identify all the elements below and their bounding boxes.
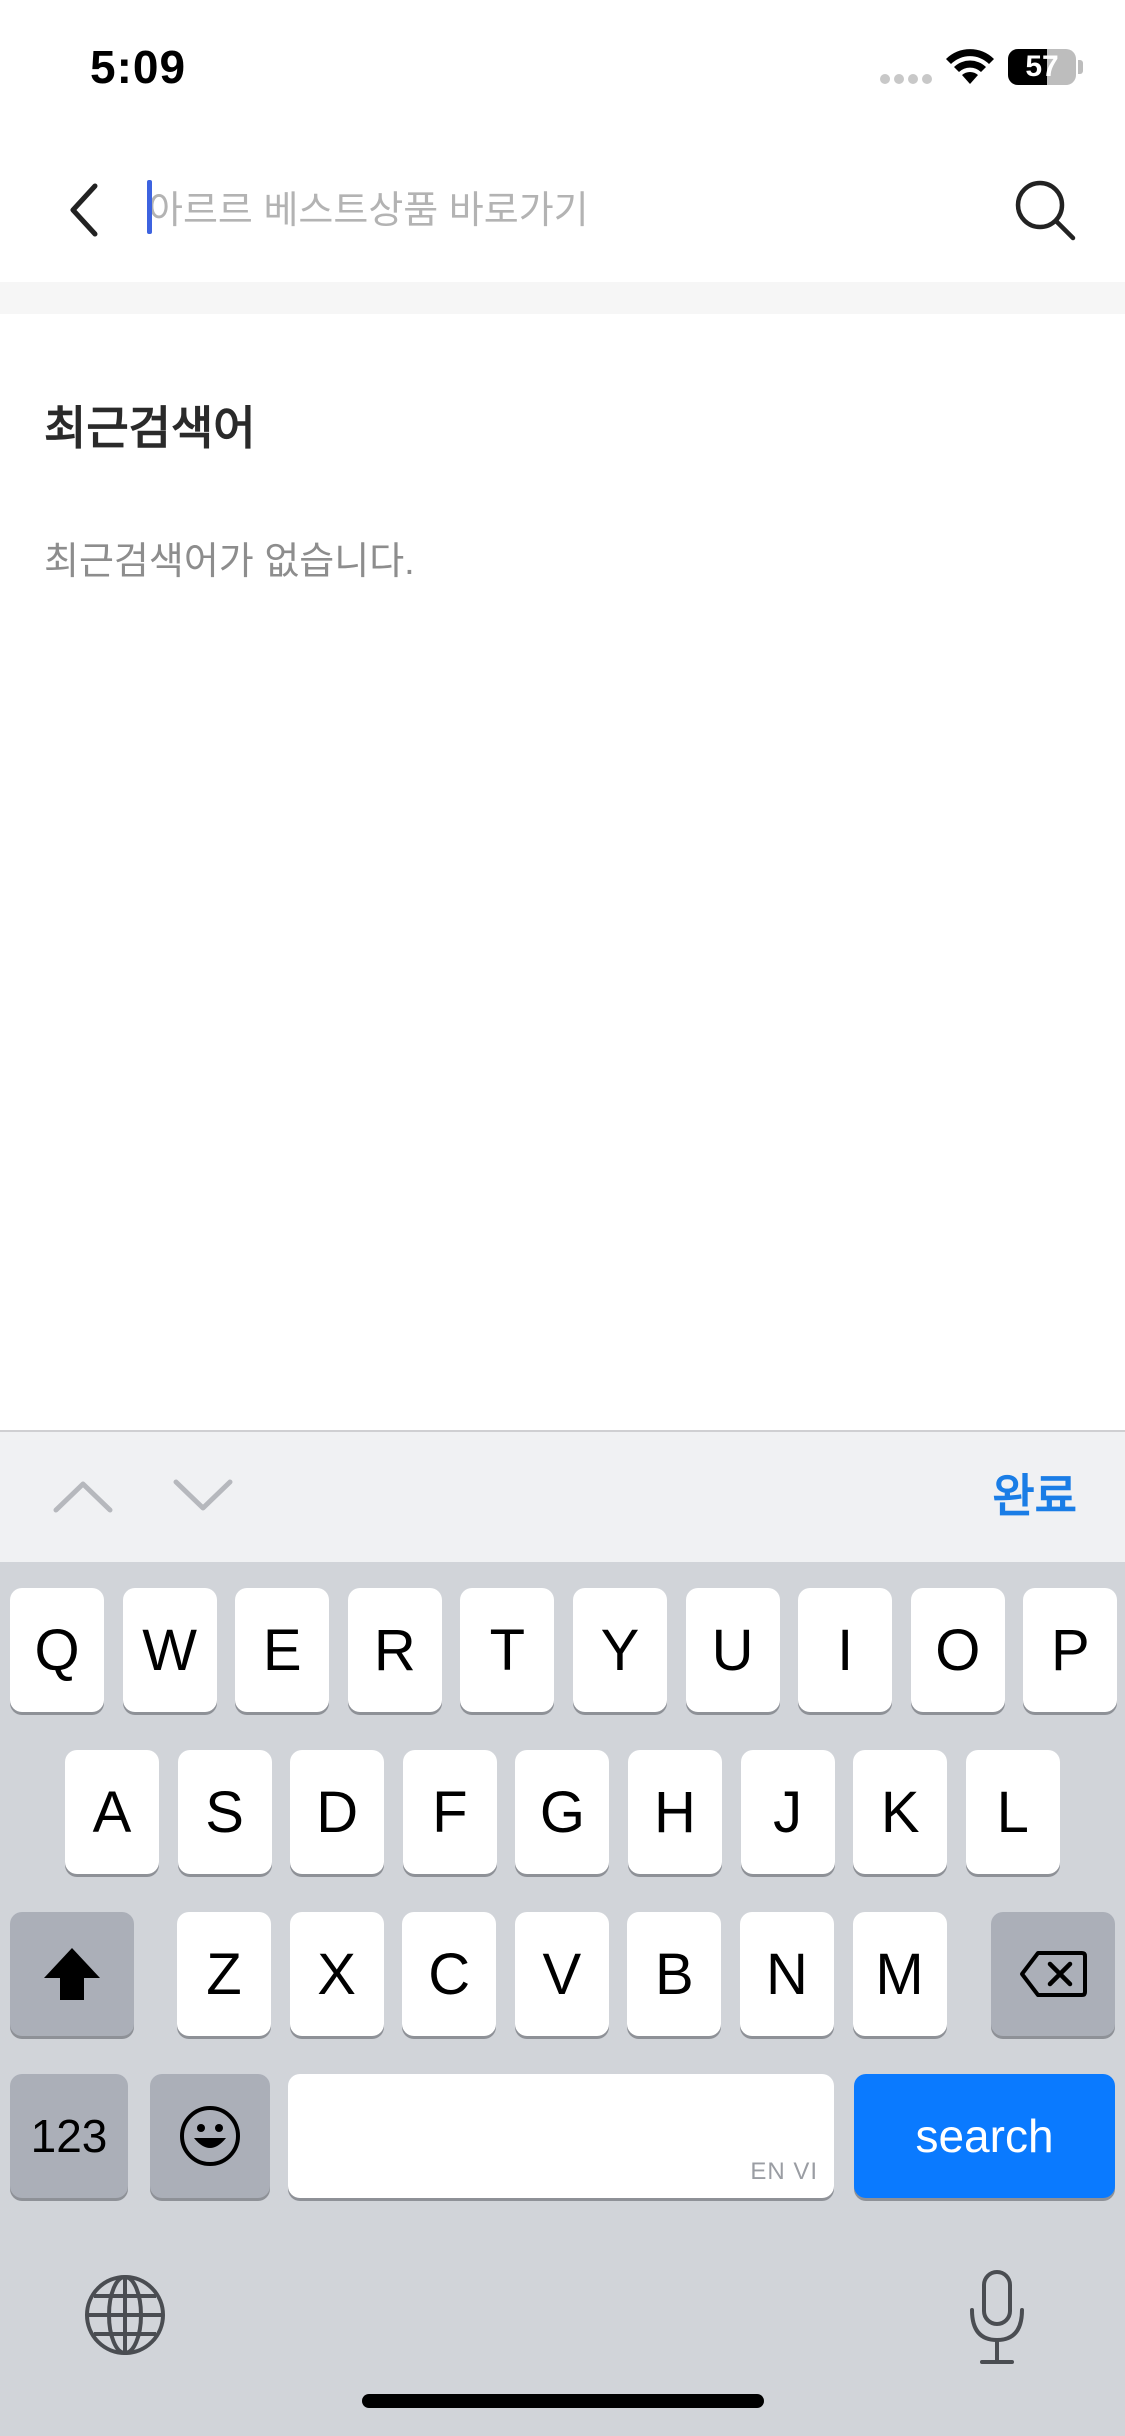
space-key[interactable]: EN VI (288, 2074, 834, 2198)
battery-cap (1078, 60, 1083, 74)
next-field-button[interactable] (168, 1466, 238, 1526)
home-indicator (362, 2394, 764, 2408)
key-u[interactable]: U (685, 1588, 780, 1712)
key-k[interactable]: K (853, 1750, 948, 1874)
delete-key[interactable] (991, 1912, 1115, 2036)
key-p[interactable]: P (1023, 1588, 1118, 1712)
key-x[interactable]: X (289, 1912, 384, 2036)
shift-icon (44, 1948, 100, 2000)
key-n[interactable]: N (740, 1912, 834, 2036)
key-h[interactable]: H (628, 1750, 722, 1874)
key-o[interactable]: O (910, 1588, 1005, 1712)
key-f[interactable]: F (402, 1750, 497, 1874)
recent-searches-empty-message: 최근검색어가 없습니다. (44, 541, 415, 583)
key-v[interactable]: V (514, 1912, 609, 2036)
key-d[interactable]: D (290, 1750, 385, 1874)
previous-field-button[interactable] (48, 1466, 118, 1526)
cellular-signal-icon (880, 74, 932, 84)
back-button[interactable] (50, 170, 120, 250)
emoji-icon (180, 2106, 240, 2166)
key-s[interactable]: S (177, 1750, 272, 1874)
recent-searches-title: 최근검색어 (44, 402, 256, 454)
battery-level: 57 (1025, 50, 1059, 83)
key-m[interactable]: M (852, 1912, 947, 2036)
key-a[interactable]: A (65, 1750, 159, 1874)
delete-icon (1020, 1951, 1087, 1997)
key-r[interactable]: R (347, 1588, 442, 1712)
space-language-indicator: EN VI (750, 2158, 818, 2185)
battery-icon: 57 (1008, 49, 1076, 85)
key-y[interactable]: Y (573, 1588, 667, 1712)
key-l[interactable]: L (965, 1750, 1060, 1874)
chevron-down-icon (173, 1479, 233, 1511)
key-z[interactable]: Z (177, 1912, 271, 2036)
key-c[interactable]: C (402, 1912, 497, 2036)
key-g[interactable]: G (515, 1750, 610, 1874)
globe-icon[interactable] (82, 2272, 168, 2358)
done-button[interactable]: 완료 (992, 1460, 1077, 1526)
key-i[interactable]: I (798, 1588, 893, 1712)
key-q[interactable]: Q (10, 1588, 104, 1712)
status-time: 5:09 (90, 41, 187, 93)
key-j[interactable]: J (740, 1750, 835, 1874)
header-divider (0, 282, 1125, 314)
chevron-left-icon (70, 183, 98, 237)
search-icon (1015, 180, 1076, 241)
wifi-icon (946, 49, 994, 84)
search-button[interactable] (1005, 170, 1085, 250)
key-w[interactable]: W (122, 1588, 217, 1712)
search-header (0, 140, 1125, 282)
status-bar: 5:09 57 (0, 0, 1125, 140)
numbers-key[interactable]: 123 (10, 2074, 128, 2198)
keyboard-accessory-bar: 완료 (0, 1430, 1125, 1562)
chevron-up-icon (53, 1481, 113, 1513)
text-cursor (147, 180, 152, 234)
key-b[interactable]: B (627, 1912, 722, 2036)
shift-key[interactable] (10, 1912, 134, 2036)
search-input[interactable] (148, 172, 988, 250)
emoji-key[interactable] (150, 2074, 270, 2198)
keyboard: QWERTYUIOP ASDFGHJKL ZXCVBNM 123 EN VI s… (0, 1562, 1125, 2436)
microphone-icon[interactable] (962, 2268, 1032, 2368)
search-key[interactable]: search (854, 2074, 1115, 2198)
key-t[interactable]: T (460, 1588, 555, 1712)
key-e[interactable]: E (235, 1588, 330, 1712)
